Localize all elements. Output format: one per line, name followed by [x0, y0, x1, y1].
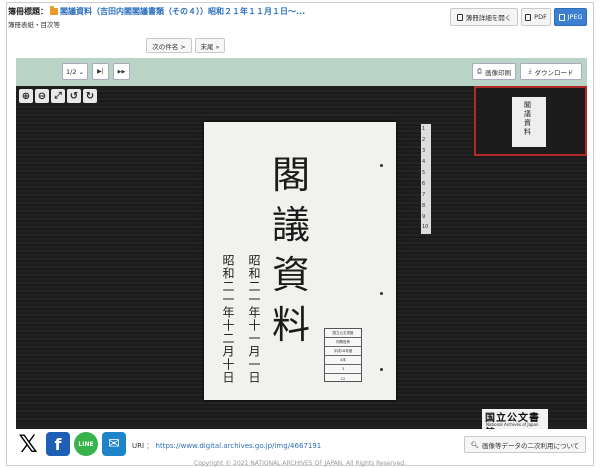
folder-icon: [50, 6, 58, 15]
thumbnail-page: 閣 議 資 料: [512, 97, 546, 147]
search-icon: 🔍︎: [470, 440, 479, 449]
zoom-out-icon[interactable]: ⊖: [35, 89, 49, 103]
stamp-row: 3: [325, 365, 361, 374]
rotate-right-icon[interactable]: ↻: [83, 89, 97, 103]
doc-title-char: 資: [272, 253, 311, 297]
ruler-number: 9: [422, 214, 426, 220]
doc-title-char: 議: [272, 203, 311, 247]
archive-stamp: 国立公文書館 内閣官房 平成16年度 4本 3 12: [324, 328, 362, 382]
title-label: 簿冊標題：: [8, 7, 48, 16]
image-icon: [558, 13, 565, 21]
stamp-row: 12: [340, 376, 346, 381]
document-page: 閣 議 資 料 昭和二一年十一月一日 昭和二一年十二月十日 国立公文書館 内閣官…: [204, 122, 396, 400]
footer: 𝕏 f LINE ✉ URI ： https://www.digital.arc…: [16, 430, 587, 458]
ruler-number: 10: [422, 224, 429, 230]
next-item-button[interactable]: 次の件名 >: [146, 38, 192, 53]
binding-hole: [380, 292, 383, 295]
ruler-number: 6: [422, 181, 426, 187]
ruler-number: 7: [422, 192, 426, 198]
stamp-row: 内閣官房: [325, 338, 361, 347]
secondary-use-button[interactable]: 🔍︎ 画像等データの二次利用について: [464, 436, 586, 453]
pdf-label: PDF: [534, 13, 547, 21]
skip-icon: ▶|: [97, 68, 104, 75]
pdf-icon: [525, 13, 532, 21]
uri-row: URI ： https://www.digital.archives.go.jp…: [132, 441, 321, 451]
doc-date-line: 昭和二一年十二月十日: [221, 254, 235, 384]
title-link[interactable]: 閣議資料（吉田内閣閣議書類（その４））昭和２１年１１月１日～...: [60, 6, 305, 17]
doc-title-char: 料: [272, 303, 311, 347]
stamp-row: 4本: [325, 356, 361, 365]
doc-title-char: 閣: [272, 153, 311, 197]
viewer-toolbar: 1/2 ⌄ ▶| ▶▶ ⎙ 画像印刷 ⤓ ダウンロード: [16, 58, 587, 86]
print-label: 画像印刷: [485, 68, 512, 77]
binding-hole: [380, 368, 383, 371]
uri-label: URI ：: [132, 442, 154, 450]
last-page-button[interactable]: ▶▶: [113, 63, 130, 80]
ruler-number: 1: [422, 126, 426, 132]
scale-ruler: 1 2 3 4 5 6 7 8 9 10: [421, 124, 431, 234]
navigator-thumbnail[interactable]: 閣 議 資 料: [474, 86, 587, 156]
end-button[interactable]: 末尾 »: [195, 38, 225, 53]
download-button[interactable]: ⤓ ダウンロード: [520, 63, 582, 80]
download-icon: ⤓: [528, 67, 532, 75]
jpeg-button[interactable]: JPEG: [554, 8, 587, 26]
title-row: 簿冊標題： 閣議資料（吉田内閣閣議書類（その４））昭和２１年１１月１日～...: [8, 6, 305, 17]
rotate-left-icon[interactable]: ↺: [67, 89, 81, 103]
copyright: Copyright © 2021 NATIONAL ARCHIVES OF JA…: [194, 460, 406, 467]
subtitle: 簿冊表紙・目次等: [8, 21, 60, 29]
doc-date-line: 昭和二一年十一月一日: [247, 254, 261, 384]
ruler-number: 8: [422, 203, 426, 209]
share-facebook-icon[interactable]: f: [46, 432, 70, 456]
fast-forward-icon: ▶▶: [117, 68, 126, 75]
ruler-number: 2: [422, 137, 426, 143]
header: 簿冊標題： 閣議資料（吉田内閣閣議書類（その４））昭和２１年１１月１日～... …: [8, 4, 588, 54]
archives-logo: 国立公文書館 National Archives of Japan: [482, 409, 548, 429]
page-select[interactable]: 1/2 ⌄: [62, 63, 88, 80]
open-detail-button[interactable]: 簿冊詳細を開く: [450, 8, 518, 26]
zoom-tools: ⊕ ⊖ ⤢ ↺ ↻: [19, 89, 97, 103]
share-mail-icon[interactable]: ✉: [102, 432, 126, 456]
uri-link[interactable]: https://www.digital.archives.go.jp/img/4…: [156, 442, 322, 450]
ruler-number: 3: [422, 148, 426, 154]
first-page-button[interactable]: ▶|: [92, 63, 109, 80]
page-select-value: 1/2: [66, 67, 77, 76]
jpeg-label: JPEG: [567, 13, 583, 21]
stamp-row: 平成16年度: [325, 347, 361, 356]
print-button[interactable]: ⎙ 画像印刷: [472, 63, 516, 80]
ruler-number: 4: [422, 159, 426, 165]
logo-english: National Archives of Japan: [486, 422, 539, 427]
ruler-number: 5: [422, 170, 426, 176]
download-label: ダウンロード: [534, 68, 574, 77]
fullscreen-icon[interactable]: ⤢: [51, 89, 65, 103]
printer-icon: ⎙: [476, 67, 483, 75]
share-x-icon[interactable]: 𝕏: [16, 430, 40, 458]
secondary-use-label: 画像等データの二次利用について: [481, 441, 580, 450]
pdf-button[interactable]: PDF: [521, 8, 551, 26]
zoom-in-icon[interactable]: ⊕: [19, 89, 33, 103]
image-viewer[interactable]: ⊕ ⊖ ⤢ ↺ ↻ 閣 議 資 料 昭和二一年十一月一日 昭和二一年十二月十日 …: [16, 86, 587, 429]
stamp-row: 国立公文書館: [325, 329, 361, 338]
open-detail-label: 簿冊詳細を開く: [465, 14, 512, 22]
thumb-char: 料: [524, 128, 531, 136]
chevron-down-icon: ⌄: [78, 67, 84, 76]
binding-hole: [380, 164, 383, 167]
document-icon: [456, 13, 463, 21]
share-line-icon[interactable]: LINE: [74, 432, 98, 456]
